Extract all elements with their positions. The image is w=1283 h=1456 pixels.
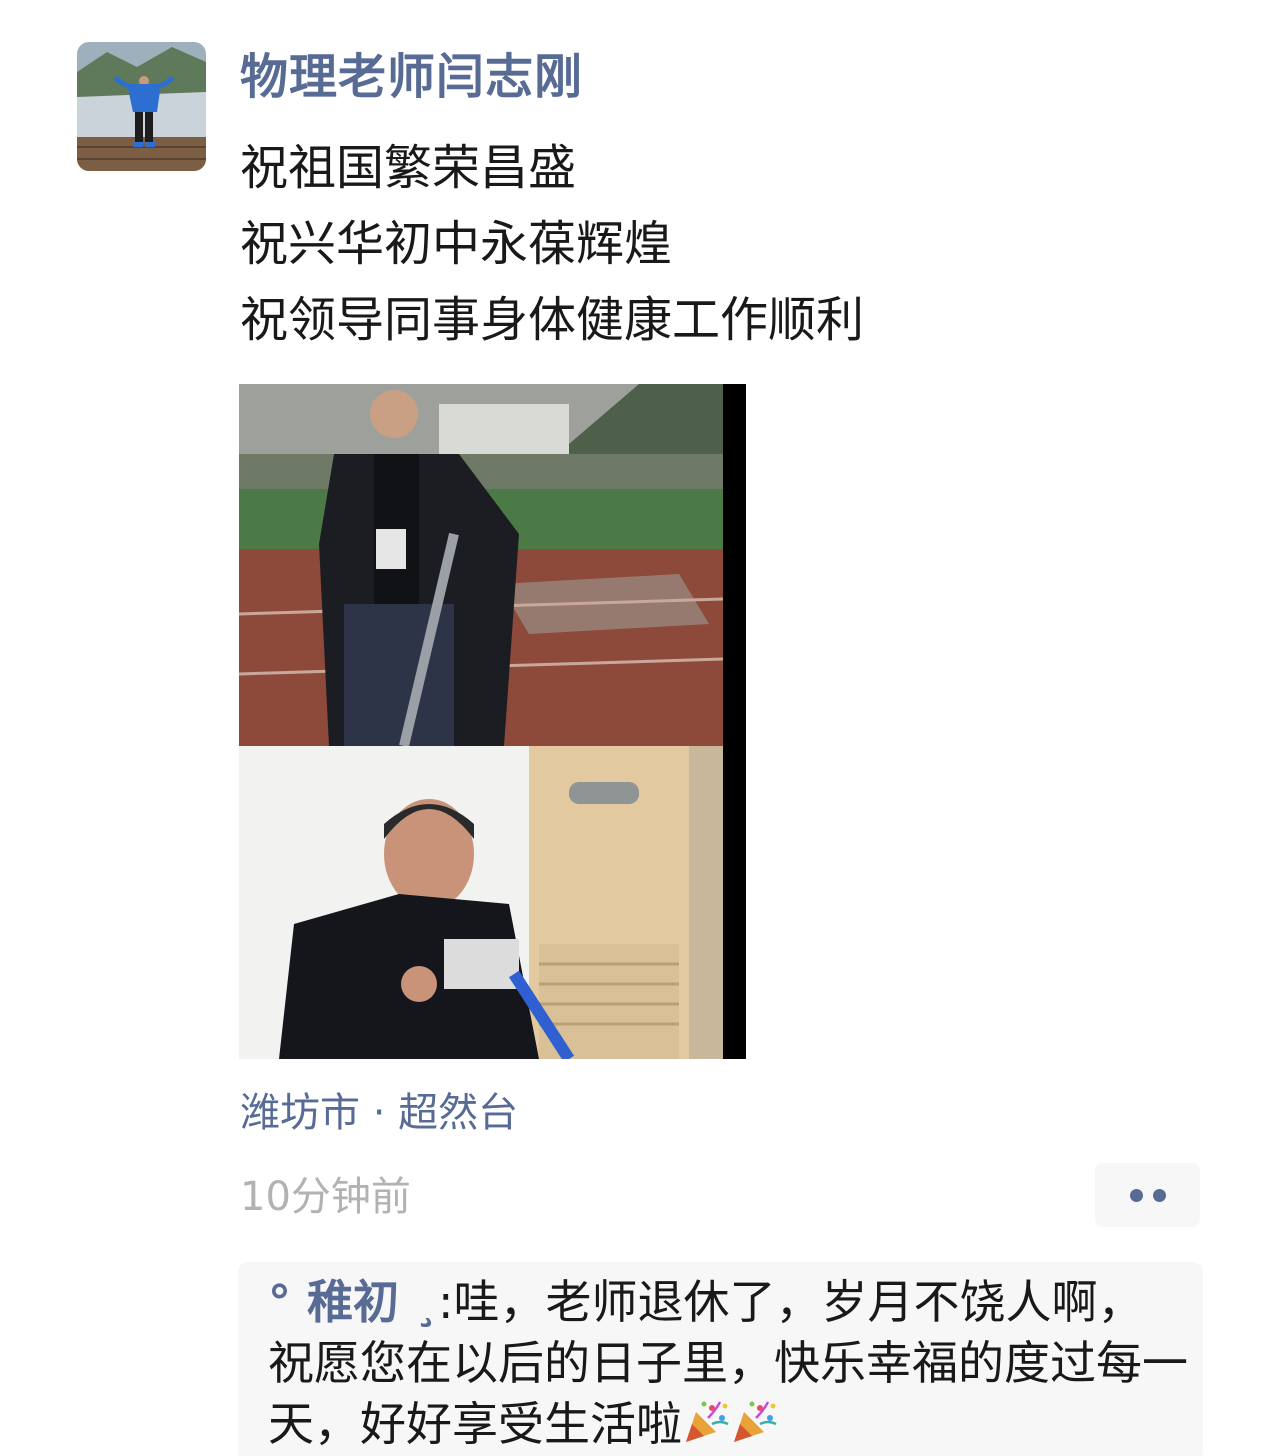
post-text-line: 祝祖国繁荣昌盛 [240,140,577,196]
comment-separator: : [438,1275,454,1329]
post-text: 祝祖国繁荣昌盛 祝兴华初中永葆辉煌 祝领导同事身体健康工作顺利 [240,130,864,358]
post-time: 10分钟前 [240,1174,411,1220]
author-name[interactable]: 物理老师闫志刚 [240,44,583,110]
more-dot-icon [1129,1188,1143,1202]
party-popper-icon [734,1401,777,1442]
comment-item[interactable]: ° 稚初 ¸:哇，老师退休了，岁月不饶人啊，祝愿您在以后的日子里，快乐幸福的度过… [268,1272,1188,1455]
more-actions-button[interactable] [1095,1163,1200,1227]
author-avatar[interactable] [77,42,206,171]
more-dot-icon [1152,1188,1166,1202]
party-popper-icon [686,1401,729,1442]
post-video[interactable] [239,384,746,1059]
post-text-line: 祝领导同事身体健康工作顺利 [240,292,865,348]
post-location[interactable]: 潍坊市 · 超然台 [240,1085,518,1141]
post-text-line: 祝兴华初中永葆辉煌 [240,216,673,272]
commenter-name[interactable]: ° 稚初 ¸ [268,1275,438,1329]
